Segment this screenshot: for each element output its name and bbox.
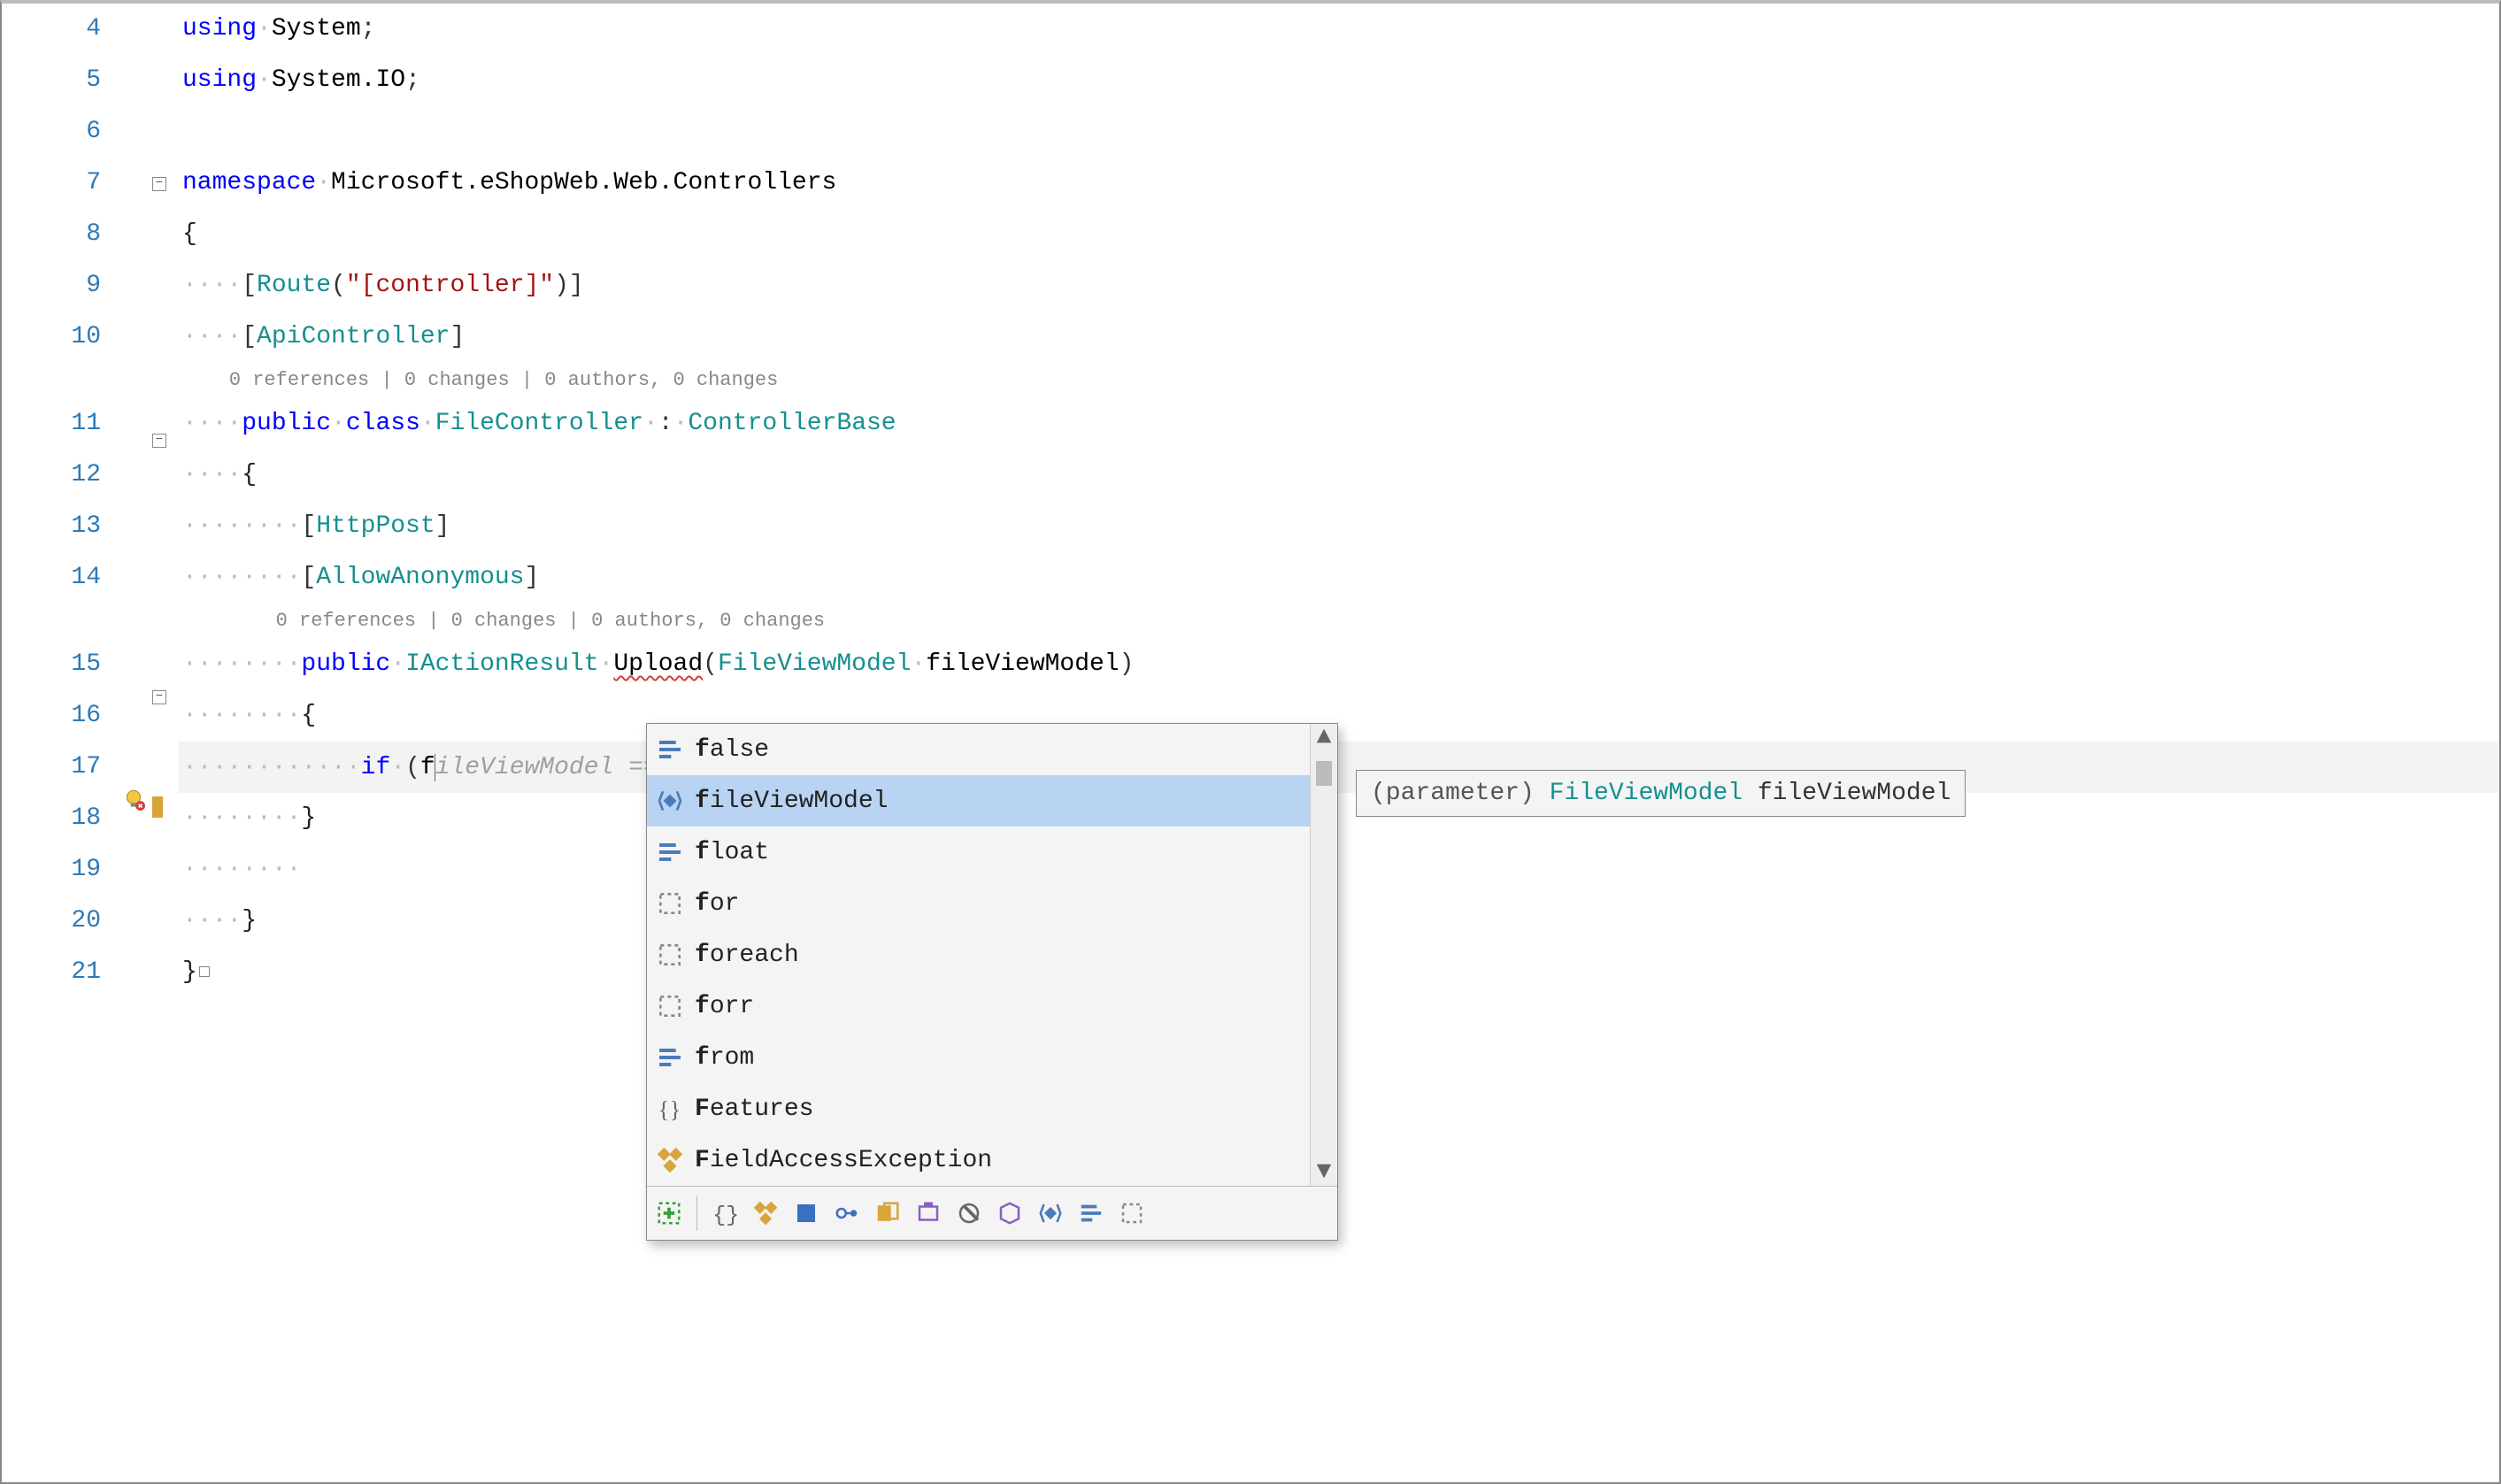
code-line[interactable]: ········public·IActionResult·Upload(File… bbox=[179, 639, 2499, 690]
intellisense-item-label: foreach bbox=[695, 942, 799, 969]
snippet-icon bbox=[656, 992, 684, 1020]
fold-toggle[interactable]: − bbox=[152, 690, 166, 704]
line-number: 4 bbox=[2, 4, 101, 55]
filter-constant-icon[interactable] bbox=[956, 1200, 982, 1226]
codelens[interactable]: 0 references | 0 changes | 0 authors, 0 … bbox=[179, 604, 2499, 639]
filter-keyword-icon[interactable] bbox=[1078, 1200, 1104, 1226]
line-number: 21 bbox=[2, 947, 101, 998]
code-line[interactable]: { bbox=[179, 209, 2499, 260]
code-line[interactable]: ····} bbox=[179, 896, 2499, 947]
tooltip-type: FileViewModel bbox=[1550, 780, 1743, 807]
line-number: 18 bbox=[2, 793, 101, 844]
line-number: 20 bbox=[2, 896, 101, 947]
code-line[interactable] bbox=[179, 106, 2499, 158]
intellisense-popup[interactable]: false fileViewModel float for bbox=[646, 723, 1338, 1241]
keyword-icon bbox=[656, 1043, 684, 1072]
intellisense-item[interactable]: from bbox=[647, 1032, 1310, 1083]
intellisense-item[interactable]: foreach bbox=[647, 929, 1310, 980]
code-line[interactable]: } bbox=[179, 947, 2499, 998]
code-line[interactable]: ····{ bbox=[179, 450, 2499, 501]
keyword-icon bbox=[656, 838, 684, 866]
filter-local-icon[interactable] bbox=[1037, 1200, 1064, 1226]
line-number: 14 bbox=[2, 552, 101, 604]
intellisense-item-label: forr bbox=[695, 993, 754, 1020]
svg-text:{}: {} bbox=[658, 1096, 681, 1122]
code-line[interactable]: using·System; bbox=[179, 4, 2499, 55]
filter-snippet-icon[interactable] bbox=[1119, 1200, 1145, 1226]
namespace-icon: {} bbox=[656, 1095, 684, 1123]
intellisense-item[interactable]: FieldAccessException bbox=[647, 1134, 1310, 1186]
line-number: 5 bbox=[2, 55, 101, 106]
keyword-icon bbox=[656, 735, 684, 764]
intellisense-item[interactable]: false bbox=[647, 724, 1310, 775]
code-line[interactable]: using·System.IO; bbox=[179, 55, 2499, 106]
code-editor[interactable]: 4 5 6 7 8 9 10 11 12 13 14 15 16 17 18 1… bbox=[0, 0, 2501, 1484]
code-line[interactable]: ····public·class·FileController·:·Contro… bbox=[179, 398, 2499, 450]
filter-enum-icon[interactable] bbox=[874, 1200, 901, 1226]
line-number: 12 bbox=[2, 450, 101, 501]
code-line[interactable]: namespace·Microsoft.eShopWeb.Web.Control… bbox=[179, 158, 2499, 209]
line-number: 11 bbox=[2, 398, 101, 450]
code-line[interactable]: ········{ bbox=[179, 690, 2499, 742]
intellisense-item-label: from bbox=[695, 1044, 754, 1072]
line-number: 9 bbox=[2, 260, 101, 311]
svg-text:{}: {} bbox=[712, 1203, 738, 1226]
filter-namespace-icon[interactable]: {} bbox=[712, 1200, 738, 1226]
scroll-down-icon[interactable]: ▼ bbox=[1311, 1158, 1337, 1186]
intellisense-item-label: Features bbox=[695, 1096, 813, 1123]
code-line[interactable]: ····[Route("[controller]")] bbox=[179, 260, 2499, 311]
line-number: 16 bbox=[2, 690, 101, 742]
filter-add-icon[interactable] bbox=[656, 1200, 682, 1226]
intellisense-item-label: for bbox=[695, 890, 739, 918]
code-line-active[interactable]: ············if·(fileViewModel == null)_ … bbox=[179, 742, 2499, 793]
intellisense-filter-toolbar[interactable]: {} bbox=[647, 1186, 1337, 1240]
intellisense-scrollbar[interactable]: ▲ ▼ bbox=[1310, 724, 1337, 1186]
fold-margin: − − − bbox=[117, 4, 179, 1482]
intellisense-item-label: float bbox=[695, 839, 769, 866]
parameter-info-tooltip: (parameter) FileViewModel fileViewModel bbox=[1356, 770, 1966, 817]
change-marker bbox=[152, 796, 163, 818]
code-area[interactable]: using·System; using·System.IO; namespace… bbox=[179, 4, 2499, 1482]
line-number: 15 bbox=[2, 639, 101, 690]
line-number: 13 bbox=[2, 501, 101, 552]
code-line[interactable]: ····[ApiController] bbox=[179, 311, 2499, 363]
intellisense-item-label: FieldAccessException bbox=[695, 1147, 992, 1174]
filter-delegate-icon[interactable] bbox=[915, 1200, 942, 1226]
intellisense-item[interactable]: for bbox=[647, 878, 1310, 929]
tooltip-name: fileViewModel bbox=[1743, 780, 1951, 807]
filter-method-icon[interactable] bbox=[997, 1200, 1023, 1226]
intellisense-list[interactable]: false fileViewModel float for bbox=[647, 724, 1310, 1186]
codelens[interactable]: 0 references | 0 changes | 0 authors, 0 … bbox=[179, 363, 2499, 398]
class-icon bbox=[656, 1146, 684, 1174]
scroll-up-icon[interactable]: ▲ bbox=[1311, 724, 1337, 751]
intellisense-item[interactable]: forr bbox=[647, 980, 1310, 1032]
line-number: 8 bbox=[2, 209, 101, 260]
code-line[interactable]: ········} bbox=[179, 793, 2499, 844]
code-line[interactable]: ········[AllowAnonymous] bbox=[179, 552, 2499, 604]
intellisense-item-label: false bbox=[695, 736, 769, 764]
lightbulb-icon[interactable] bbox=[122, 788, 145, 819]
filter-class-icon[interactable] bbox=[752, 1200, 779, 1226]
fold-toggle[interactable]: − bbox=[152, 434, 166, 448]
intellisense-item-label: fileViewModel bbox=[695, 788, 888, 815]
filter-structure-icon[interactable] bbox=[793, 1200, 820, 1226]
snippet-icon bbox=[656, 889, 684, 918]
fold-toggle[interactable]: − bbox=[152, 177, 166, 191]
line-number: 17 bbox=[2, 742, 101, 793]
intellisense-item[interactable]: float bbox=[647, 827, 1310, 878]
line-number-gutter: 4 5 6 7 8 9 10 11 12 13 14 15 16 17 18 1… bbox=[2, 4, 117, 1482]
code-line[interactable]: ········[HttpPost] bbox=[179, 501, 2499, 552]
line-number: 19 bbox=[2, 844, 101, 896]
snippet-icon bbox=[656, 941, 684, 969]
parameter-icon bbox=[656, 787, 684, 815]
scroll-thumb[interactable] bbox=[1316, 761, 1332, 786]
line-number: 6 bbox=[2, 106, 101, 158]
code-line[interactable]: ········ bbox=[179, 844, 2499, 896]
line-number: 10 bbox=[2, 311, 101, 363]
intellisense-item[interactable]: {} Features bbox=[647, 1083, 1310, 1134]
filter-interface-icon[interactable] bbox=[834, 1200, 860, 1226]
tooltip-kind: (parameter) bbox=[1371, 780, 1550, 807]
line-number: 7 bbox=[2, 158, 101, 209]
intellisense-item-selected[interactable]: fileViewModel bbox=[647, 775, 1310, 827]
